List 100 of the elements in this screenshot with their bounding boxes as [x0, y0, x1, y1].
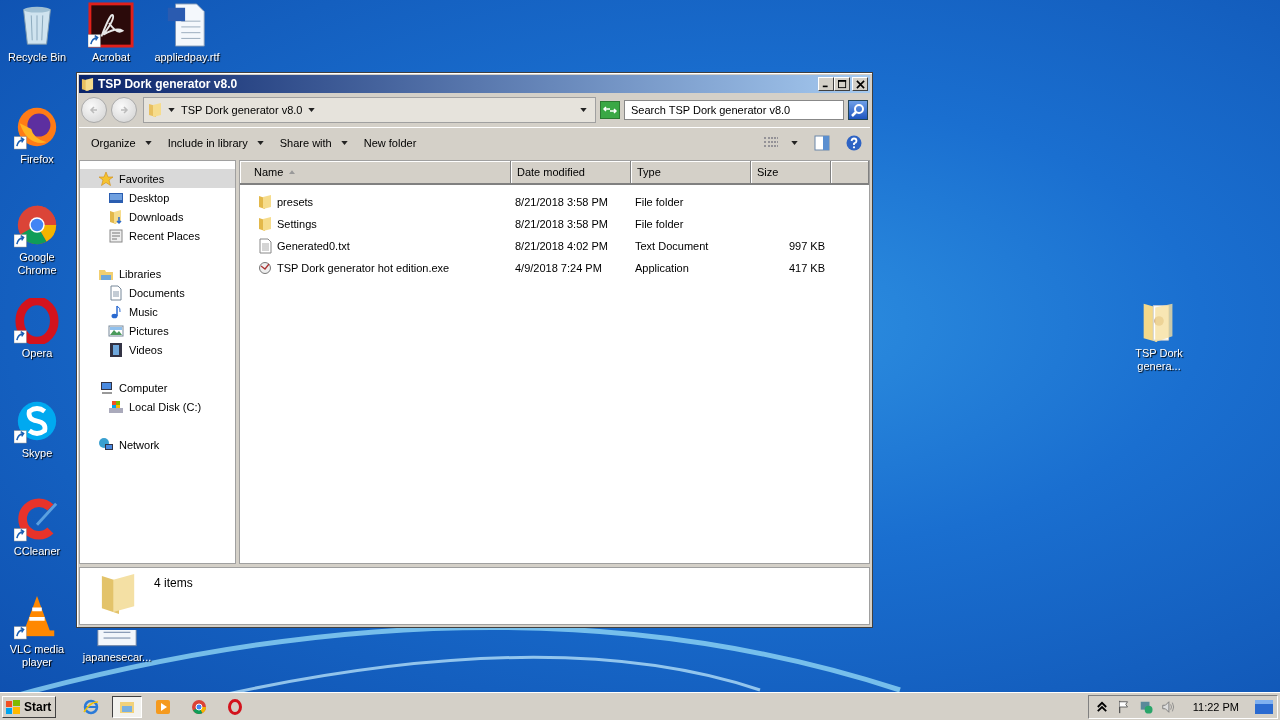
icon-label: VLC media player — [8, 643, 66, 669]
nav-item[interactable]: Pictures — [80, 321, 235, 340]
taskbar-app-button[interactable] — [112, 695, 143, 718]
icon-label: TSP Dork genera... — [1134, 347, 1184, 373]
show-desktop-icon[interactable] — [1255, 699, 1273, 714]
nav-item[interactable]: Computer — [80, 378, 235, 397]
column-header[interactable]: Date modified — [511, 161, 631, 183]
nav-item[interactable]: Recent Places — [80, 226, 235, 245]
downloads-icon — [108, 208, 124, 225]
type-cell: File folder — [635, 218, 684, 230]
sort-arrow-icon — [289, 170, 296, 174]
minimize-button[interactable] — [818, 77, 834, 91]
app-icon[interactable] — [88, 2, 134, 48]
star-icon — [98, 170, 114, 187]
icon-label: Recycle Bin — [6, 51, 68, 64]
type-cell: File folder — [635, 196, 684, 208]
nav-item[interactable]: Videos — [80, 340, 235, 359]
documents-icon — [108, 284, 124, 301]
preview-pane-icon[interactable] — [814, 135, 830, 151]
folder-icon — [257, 194, 273, 210]
close-icon — [855, 79, 865, 89]
caret-icon — [168, 108, 175, 112]
column-header[interactable]: Name — [240, 161, 511, 183]
date-cell: 8/21/2018 3:58 PM — [515, 218, 608, 230]
search-icon — [851, 103, 865, 117]
size-cell: 417 KB — [788, 262, 825, 274]
item-count: 4 items — [154, 576, 193, 590]
date-cell: 8/21/2018 3:58 PM — [515, 196, 608, 208]
column-header[interactable]: Type — [631, 161, 751, 183]
type-cell: Text Document — [635, 240, 709, 252]
app-icon[interactable] — [14, 496, 60, 542]
flag-icon[interactable] — [1116, 699, 1131, 714]
disk-icon — [108, 398, 124, 415]
dropdown-icon[interactable] — [580, 108, 587, 112]
app-icon[interactable] — [14, 298, 60, 344]
file-name[interactable]: Settings — [277, 218, 317, 230]
icon-label: Skype — [20, 447, 54, 460]
icon-label: japanesecar... — [81, 651, 153, 664]
size-cell: 997 KB — [788, 240, 825, 252]
window-title: TSP Dork generator v8.0 — [98, 77, 238, 91]
icon-label: Google Chrome — [16, 251, 58, 277]
videos-icon — [108, 341, 124, 358]
windows-logo-icon — [5, 698, 21, 715]
toolbar-button[interactable]: Share with — [273, 133, 354, 153]
nav-item[interactable]: Music — [80, 302, 235, 321]
toolbar-button[interactable]: Include in library — [161, 133, 270, 153]
search-button[interactable] — [848, 100, 868, 120]
file-name[interactable]: Generated0.txt — [277, 240, 350, 252]
clock[interactable]: 11:22 PM — [1192, 700, 1239, 713]
forward-arrow-icon — [119, 105, 129, 115]
browser-icon — [83, 698, 100, 715]
date-cell: 8/21/2018 4:02 PM — [515, 240, 608, 252]
play-icon — [155, 698, 172, 715]
refresh-icon — [603, 105, 617, 115]
breadcrumb[interactable]: TSP Dork generator v8.0 — [181, 104, 303, 116]
application-icon — [257, 260, 273, 276]
toolbar-button[interactable]: New folder — [357, 133, 423, 153]
caret-icon[interactable] — [791, 141, 798, 145]
nav-item[interactable]: Desktop — [80, 188, 235, 207]
pictures-icon — [108, 322, 124, 339]
browser-icon — [227, 698, 244, 715]
file-name[interactable]: presets — [277, 196, 314, 208]
maximize-icon — [837, 79, 847, 89]
type-cell: Application — [635, 262, 689, 274]
caret-icon — [340, 141, 348, 145]
search-field[interactable]: Search TSP Dork generator v8.0 — [624, 100, 844, 120]
computer-icon — [98, 379, 114, 396]
folder-icon — [257, 216, 273, 232]
toolbar-button[interactable]: Organize — [85, 133, 158, 153]
icon-label: Acrobat — [91, 51, 131, 64]
caret-icon — [256, 141, 264, 145]
nav-item[interactable]: Network — [80, 435, 235, 454]
icon-label: Firefox — [19, 153, 55, 166]
icon-label: appliedpay.rtf — [153, 51, 221, 64]
text-file-icon — [257, 238, 273, 254]
folder-icon — [148, 102, 162, 118]
nav-item[interactable]: Documents — [80, 283, 235, 302]
nav-item[interactable]: Local Disk (C:) — [80, 397, 235, 416]
start-button[interactable]: Start — [2, 695, 57, 718]
recent-icon — [108, 227, 124, 244]
column-header[interactable]: Size — [751, 161, 831, 183]
close-button[interactable] — [852, 77, 868, 91]
help-icon[interactable] — [846, 135, 862, 151]
nav-item[interactable]: Favorites — [80, 169, 235, 188]
document-icon[interactable] — [94, 630, 140, 648]
network-icon — [98, 436, 114, 453]
nav-item[interactable]: Downloads — [80, 207, 235, 226]
caret-icon — [308, 108, 316, 112]
nav-item[interactable]: Libraries — [80, 264, 235, 283]
caret-icon — [144, 141, 152, 145]
show-hidden-icons-icon[interactable] — [1094, 699, 1109, 714]
maximize-button[interactable] — [834, 77, 850, 91]
folder-icon — [81, 76, 94, 92]
date-cell: 4/9/2018 7:24 PM — [515, 262, 602, 274]
address-bar[interactable]: TSP Dork generator v8.0 — [143, 97, 596, 123]
icon-label: CCleaner — [12, 545, 62, 558]
refresh-button[interactable] — [600, 101, 620, 119]
back-arrow-icon — [89, 105, 99, 115]
icon-label: Opera — [20, 347, 54, 360]
file-name[interactable]: TSP Dork generator hot edition.exe — [277, 262, 450, 274]
